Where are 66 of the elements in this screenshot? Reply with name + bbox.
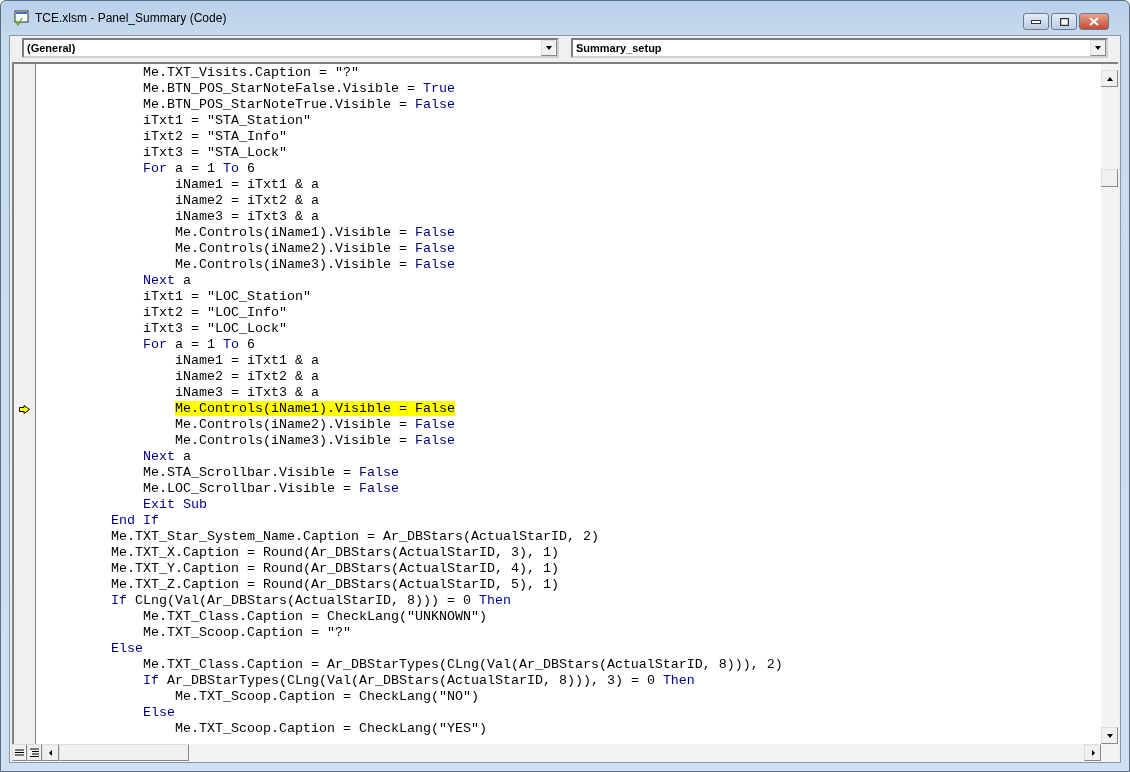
dropdown-button[interactable] — [541, 40, 557, 56]
code-line: iName1 = iTxt1 & a — [174, 177, 319, 193]
restore-icon — [1059, 17, 1069, 26]
code-line: Next a — [142, 449, 191, 465]
code-line: Me.TXT_Scoop.Caption = "?" — [142, 625, 351, 641]
code-line: Next a — [142, 273, 191, 289]
close-button[interactable] — [1079, 13, 1109, 30]
code-line: Me.Controls(iName2).Visible = False — [174, 417, 455, 433]
scroll-down-button[interactable] — [1101, 727, 1118, 744]
code-editor[interactable] — [36, 64, 1101, 744]
procedure-dropdown[interactable]: Summary_setup — [571, 38, 1108, 58]
code-line: Me.BTN_POS_StarNoteTrue.Visible = False — [142, 97, 455, 113]
code-line: iName3 = iTxt3 & a — [174, 209, 319, 225]
code-line: Me.Controls(iName1).Visible = False — [174, 225, 455, 241]
minimize-button[interactable] — [1023, 13, 1049, 30]
code-line: For a = 1 To 6 — [142, 337, 255, 353]
code-line: Me.TXT_Class.Caption = Ar_DBStarTypes(CLng(Val(Ar_DBStars(ActualStarID, 8))), 2) — [142, 657, 783, 673]
code-line: If CLng(Val(Ar_DBStars(ActualStarID, 8))) = 0 Then — [110, 593, 511, 609]
code-line: For a = 1 To 6 — [142, 161, 255, 177]
code-line: Me.TXT_X.Caption = Round(Ar_DBStars(ActualStarID, 3), 1) — [110, 545, 559, 561]
caret-icon — [1094, 44, 1102, 52]
code-line: iName2 = iTxt2 & a — [174, 369, 319, 385]
code-line: iName2 = iTxt2 & a — [174, 193, 319, 209]
code-line: iTxt2 = "LOC_Info" — [142, 305, 287, 321]
code-line: Me.TXT_Class.Caption = CheckLang("UNKNOWN") — [142, 609, 487, 625]
code-line: iTxt1 = "STA_Station" — [142, 113, 311, 129]
close-icon — [1089, 17, 1099, 26]
window-title: TCE.xlsm - Panel_Summary (Code) — [35, 11, 228, 25]
code-line: iTxt3 = "STA_Lock" — [142, 145, 287, 161]
code-line: Me.LOC_Scrollbar.Visible = False — [142, 481, 399, 497]
lines-icon — [30, 748, 39, 757]
code-line: Me.STA_Scrollbar.Visible = False — [142, 465, 399, 481]
scrollbar-thumb[interactable] — [1101, 169, 1118, 187]
code-line: iTxt2 = "STA_Info" — [142, 129, 287, 145]
restore-button[interactable] — [1051, 13, 1077, 30]
code-line: End If — [110, 513, 159, 529]
code-line: Me.TXT_Star_System_Name.Caption = Ar_DBStars(ActualStarID, 2) — [110, 529, 599, 545]
code-line: Me.Controls(iName3).Visible = False — [174, 257, 455, 273]
code-line: Else — [110, 641, 143, 657]
code-line: iName1 = iTxt1 & a — [174, 353, 319, 369]
scrollbar-thumb[interactable] — [59, 744, 189, 761]
scroll-up-button[interactable] — [1101, 70, 1118, 87]
procedure-view-button[interactable] — [12, 744, 27, 761]
code-line: Exit Sub — [142, 497, 207, 513]
caret-icon — [545, 44, 553, 52]
code-line: Me.BTN_POS_StarNoteFalse.Visible = True — [142, 81, 455, 97]
code-line: Me.TXT_Scoop.Caption = CheckLang("YES") — [174, 721, 487, 737]
dropdown-button[interactable] — [1090, 40, 1106, 56]
code-line: If Ar_DBStarTypes(CLng(Val(Ar_DBStars(ActualStarID, 8))), 3) = 0 Then — [142, 673, 695, 689]
code-line: iTxt3 = "LOC_Lock" — [142, 321, 287, 337]
code-line: Else — [142, 705, 175, 721]
lines-icon — [15, 749, 24, 756]
full-module-view-button[interactable] — [27, 744, 42, 761]
code-line: Me.TXT_Z.Caption = Round(Ar_DBStars(ActualStarID, 5), 1) — [110, 577, 559, 593]
minimize-icon — [1031, 19, 1041, 24]
code-line: iTxt1 = "LOC_Station" — [142, 289, 311, 305]
code-line: Me.TXT_Visits.Caption = "?" — [142, 65, 359, 81]
code-window-icon — [13, 10, 29, 26]
code-line: Me.TXT_Scoop.Caption = CheckLang("NO") — [174, 689, 479, 705]
scroll-left-button[interactable] — [42, 744, 59, 761]
code-line: Me.Controls(iName3).Visible = False — [174, 433, 455, 449]
object-dropdown[interactable]: (General) — [22, 38, 559, 58]
code-line: iName3 = iTxt3 & a — [174, 385, 319, 401]
scroll-right-button[interactable] — [1084, 744, 1101, 761]
code-line: Me.Controls(iName2).Visible = False — [174, 241, 455, 257]
code-line: Me.TXT_Y.Caption = Round(Ar_DBStars(ActualStarID, 4), 1) — [110, 561, 559, 577]
